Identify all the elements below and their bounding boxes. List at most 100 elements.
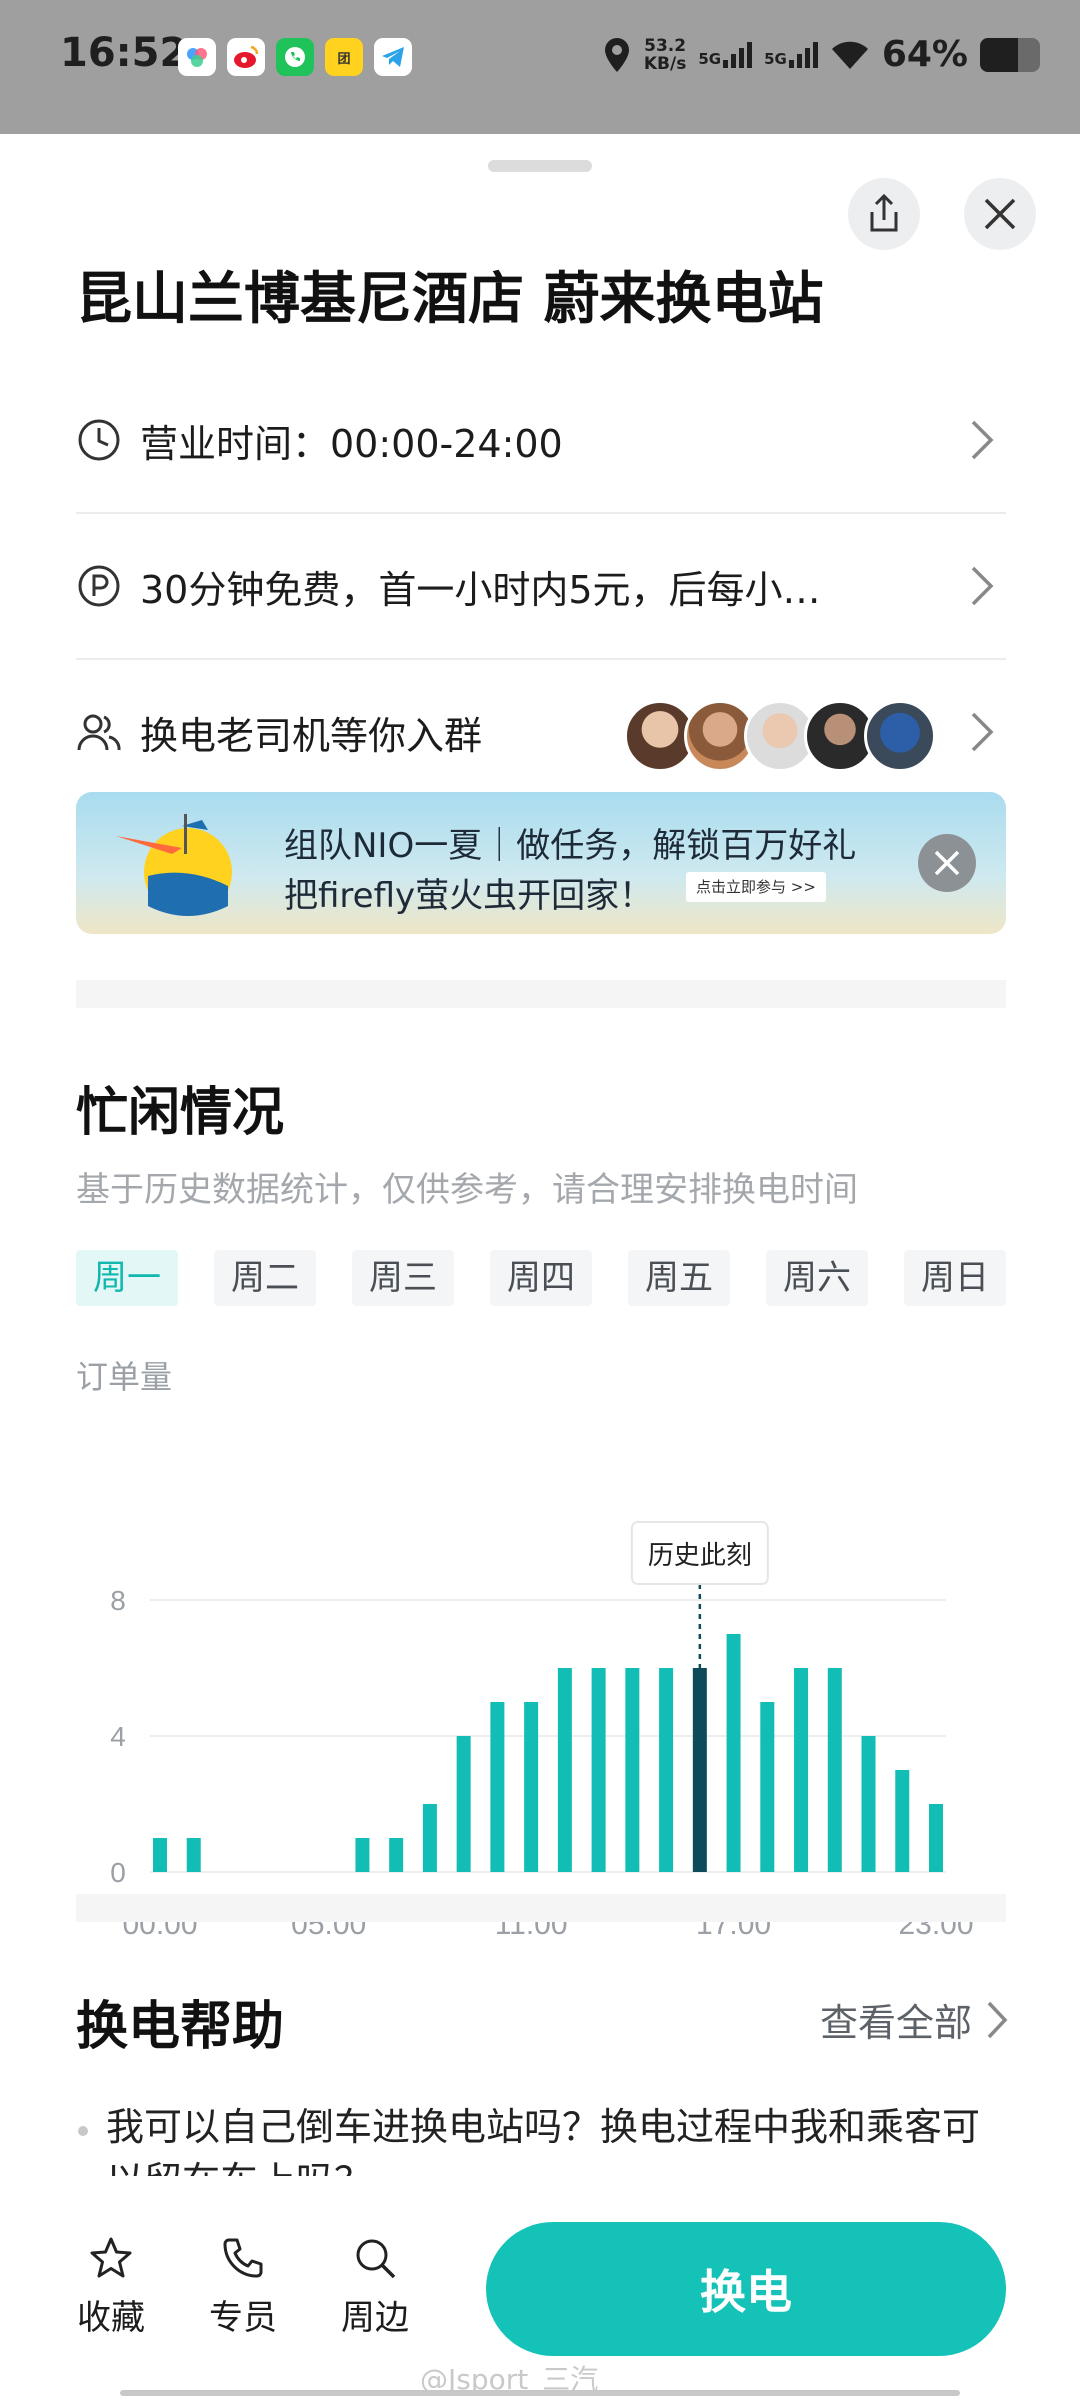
chevron-right-icon	[971, 566, 994, 606]
sim2-signal: 5G	[764, 41, 818, 68]
chevron-right-icon	[971, 420, 994, 460]
sim1-signal: 5G	[698, 41, 753, 68]
y-tick-label: 4	[110, 1721, 126, 1752]
bar	[794, 1668, 809, 1872]
tab-day-1[interactable]: 周二	[214, 1250, 316, 1306]
nearby-button[interactable]: 周边	[330, 2232, 420, 2339]
notification-icons: 团	[178, 38, 412, 76]
favorite-button[interactable]: 收藏	[66, 2232, 156, 2339]
view-all-link[interactable]: 查看全部	[820, 1992, 1008, 2047]
bar	[456, 1736, 471, 1872]
location-icon	[604, 37, 629, 72]
member-avatars	[624, 700, 936, 772]
banner-close-button[interactable]	[918, 834, 976, 892]
section-divider	[76, 980, 1006, 1008]
y-tick-label: 0	[110, 1857, 126, 1888]
chevron-right-icon	[987, 2001, 1008, 2038]
bar	[726, 1634, 741, 1872]
signal-bars-icon	[723, 41, 753, 68]
drag-handle[interactable]	[488, 160, 592, 172]
bar	[625, 1668, 640, 1872]
bar	[422, 1804, 437, 1872]
sim1-type: 5G	[698, 49, 722, 68]
tab-day-4[interactable]: 周五	[628, 1250, 730, 1306]
clock: 16:52	[60, 30, 188, 76]
chevron-right-icon	[971, 712, 994, 752]
banner-cta-button[interactable]: 点击立即参与 >>	[686, 872, 826, 902]
help-question-item[interactable]: 我可以自己倒车进换电站吗？换电过程中我和乘客可以留在车上吗？	[76, 2100, 1006, 2176]
swap-battery-button[interactable]: 换电	[486, 2222, 1006, 2356]
highlight-bar	[692, 1668, 707, 1872]
bar	[895, 1770, 910, 1872]
phone-icon	[198, 2232, 288, 2284]
hours-text: 营业时间：00:00-24:00	[140, 421, 563, 466]
tab-day-2[interactable]: 周三	[352, 1250, 454, 1306]
sim2-type: 5G	[764, 49, 787, 68]
weibo-icon	[227, 38, 265, 76]
signal-bars-icon	[788, 41, 818, 68]
favorite-label: 收藏	[77, 2298, 145, 2338]
group-row[interactable]: 换电老司机等你入群	[76, 660, 1006, 806]
meituan-icon: 团	[325, 38, 363, 76]
specialist-label: 专员	[209, 2298, 277, 2338]
bar	[827, 1668, 842, 1872]
baidu-netdisk-icon	[178, 38, 216, 76]
share-icon	[870, 193, 898, 232]
tab-day-5[interactable]: 周六	[766, 1250, 868, 1306]
weekday-tabs: 周一 周二 周三 周四 周五 周六 周日	[76, 1250, 1006, 1306]
firefly-promo-illustration	[116, 814, 232, 916]
banner-subline: 把firefly萤火虫开回家！	[284, 876, 654, 916]
bar	[591, 1668, 606, 1872]
hours-row[interactable]: 营业时间：00:00-24:00	[76, 368, 1006, 514]
parking-icon	[76, 563, 122, 609]
bar	[524, 1702, 539, 1872]
group-text: 换电老司机等你入群	[140, 713, 483, 758]
home-indicator[interactable]	[120, 2390, 960, 2396]
bar	[659, 1668, 674, 1872]
bar	[929, 1804, 943, 1872]
close-icon	[984, 198, 1016, 230]
wifi-icon	[831, 41, 868, 69]
status-bar: 16:52 团 53.2 KB/s 5G 5G 64%	[0, 0, 1080, 134]
network-speed: 53.2 KB/s	[644, 37, 686, 73]
bar	[153, 1838, 167, 1872]
search-icon	[330, 2232, 420, 2284]
share-button[interactable]	[848, 178, 920, 250]
avatar	[864, 700, 936, 772]
busy-section-subtitle: 基于历史数据统计，仅供参考，请合理安排换电时间	[76, 1170, 858, 1210]
close-button[interactable]	[964, 178, 1036, 250]
promo-banner[interactable]: 组队NIO一夏｜做任务，解锁百万好礼 把firefly萤火虫开回家！ 点击立即参…	[76, 792, 1006, 934]
network-speed-value: 53.2	[644, 35, 687, 56]
bar	[760, 1702, 775, 1872]
tab-day-3[interactable]: 周四	[490, 1250, 592, 1306]
parking-row[interactable]: 30分钟免费，首一小时内5元，后每小…	[76, 514, 1006, 660]
section-divider	[76, 1894, 1006, 1922]
tab-day-6[interactable]: 周日	[904, 1250, 1006, 1306]
bar	[557, 1668, 572, 1872]
bar	[186, 1838, 201, 1872]
parking-text: 30分钟免费，首一小时内5元，后每小…	[140, 567, 821, 612]
phone-app-icon	[276, 38, 314, 76]
bar	[861, 1736, 876, 1872]
clock-icon	[76, 417, 122, 463]
specialist-button[interactable]: 专员	[198, 2232, 288, 2339]
y-tick-label: 8	[110, 1585, 126, 1616]
tab-day-0[interactable]: 周一	[76, 1250, 178, 1306]
station-name: 昆山兰博基尼酒店 蔚来换电站	[76, 267, 824, 332]
banner-headline: 组队NIO一夏｜做任务，解锁百万好礼	[284, 826, 857, 866]
users-icon	[76, 709, 122, 755]
close-icon	[934, 850, 960, 876]
star-icon	[66, 2232, 156, 2284]
bottom-action-bar: 收藏 专员 周边 换电 @Jsport_三汽	[0, 2190, 1080, 2400]
network-speed-unit: KB/s	[643, 53, 687, 74]
view-all-label: 查看全部	[819, 2001, 972, 2045]
bar	[490, 1702, 505, 1872]
busy-section-title: 忙闲情况	[76, 1083, 285, 1143]
bar	[389, 1838, 404, 1872]
tooltip-label: 历史此刻	[648, 1541, 752, 1571]
battery-percent: 64%	[881, 34, 968, 75]
bar	[355, 1838, 370, 1872]
station-detail-sheet: 昆山兰博基尼酒店 蔚来换电站 营业时间：00:00-24:00 30分钟免费，首…	[0, 134, 1080, 2400]
help-section-title: 换电帮助	[76, 1997, 285, 2057]
telegram-icon	[374, 38, 412, 76]
